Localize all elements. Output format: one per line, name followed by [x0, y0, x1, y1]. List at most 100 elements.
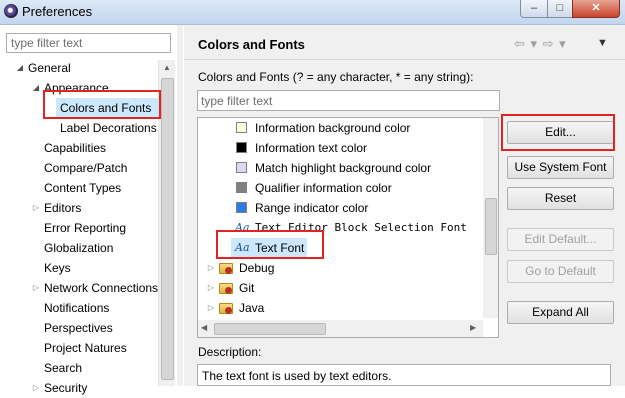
- tree-item-search[interactable]: Search: [0, 358, 158, 378]
- color-swatch-icon: [236, 202, 247, 213]
- tree-label: Capabilities: [44, 141, 107, 155]
- section-label: Colors and Fonts (? = any character, * =…: [198, 70, 474, 84]
- tree-item-colors-and-fonts[interactable]: Colors and Fonts: [56, 98, 158, 118]
- maximize-button[interactable]: □: [547, 0, 573, 18]
- tree-item-label-decorations[interactable]: Label Decorations: [0, 118, 158, 138]
- tree-label: Match highlight background color: [255, 161, 432, 175]
- collapse-arrow-icon[interactable]: ▷: [32, 198, 40, 218]
- tree-label: Text Font: [255, 241, 305, 255]
- colors-filter-input[interactable]: [197, 90, 500, 111]
- tree-label: Information background color: [255, 121, 411, 135]
- edit-button[interactable]: Edit...: [507, 121, 614, 144]
- font-icon: Aa: [235, 221, 250, 234]
- tree-item-appearance[interactable]: ◢ Appearance: [0, 78, 158, 98]
- tree-item-debug[interactable]: ▷ Debug: [198, 258, 483, 278]
- scrollbar-thumb[interactable]: [485, 198, 497, 255]
- tree-label: Notifications: [44, 301, 110, 315]
- tree-label: Search: [44, 361, 83, 375]
- title-bar: Preferences – □ ✕: [0, 0, 625, 25]
- tree-item-text-editor-block-selection-font[interactable]: Aa Text Editor Block Selection Font: [198, 218, 483, 238]
- tree-label: Editors: [44, 201, 82, 215]
- eclipse-app-icon: [4, 4, 18, 18]
- tree-label: Network Connections: [44, 281, 158, 295]
- tree-vertical-scrollbar[interactable]: [483, 118, 498, 318]
- left-filter-input[interactable]: [6, 33, 171, 53]
- left-tree-scrollbar[interactable]: ▲: [158, 60, 175, 386]
- tree-item-match-highlight-background-color[interactable]: Match highlight background color: [198, 158, 483, 178]
- tree-item-project-natures[interactable]: Project Natures: [0, 338, 158, 358]
- expand-arrow-icon[interactable]: ◢: [16, 58, 24, 78]
- tree-item-range-indicator-color[interactable]: Range indicator color: [198, 198, 483, 218]
- collapse-arrow-icon[interactable]: ▷: [32, 378, 40, 398]
- go-to-default-button[interactable]: Go to Default: [507, 260, 614, 283]
- tree-label: Appearance: [44, 81, 109, 95]
- collapse-arrow-icon[interactable]: ▷: [207, 258, 215, 278]
- minimize-button[interactable]: –: [520, 0, 548, 18]
- tree-item-perspectives[interactable]: Perspectives: [0, 318, 158, 338]
- description-box: The text font is used by text editors.: [197, 364, 611, 386]
- tree-label: Globalization: [44, 241, 114, 255]
- header-divider: [184, 59, 625, 60]
- tree-item-globalization[interactable]: Globalization: [0, 238, 158, 258]
- expand-all-button[interactable]: Expand All: [507, 301, 614, 324]
- color-swatch-icon: [236, 162, 247, 173]
- tree-item-text-font[interactable]: Aa Text Font: [231, 238, 307, 258]
- tree-item-qualifier-information-color[interactable]: Qualifier information color: [198, 178, 483, 198]
- collapse-arrow-icon[interactable]: ▷: [207, 298, 215, 318]
- scroll-right-arrow-icon[interactable]: ▶: [470, 323, 476, 332]
- folder-icon: [219, 263, 233, 274]
- tree-horizontal-scrollbar[interactable]: ◀ ▶: [198, 320, 483, 337]
- tree-label: Label Decorations: [60, 121, 157, 135]
- tree-item-content-types[interactable]: Content Types: [0, 178, 158, 198]
- collapse-arrow-icon[interactable]: ▷: [207, 278, 215, 298]
- tree-item-notifications[interactable]: Notifications: [0, 298, 158, 318]
- tree-item-general[interactable]: ◢ General: [0, 58, 158, 78]
- tree-label: Java: [239, 301, 265, 315]
- back-forward-nav-icon[interactable]: ⇦ ▾ ⇨ ▾: [514, 36, 567, 52]
- scrollbar-thumb[interactable]: [214, 323, 326, 335]
- color-swatch-icon: [236, 182, 247, 193]
- tree-label: Security: [44, 381, 88, 395]
- use-system-font-button[interactable]: Use System Font: [507, 156, 614, 179]
- tree-item-network-connections[interactable]: ▷ Network Connections: [0, 278, 158, 298]
- reset-button[interactable]: Reset: [507, 187, 614, 210]
- tree-item-information-text-color[interactable]: Information text color: [198, 138, 483, 158]
- scroll-up-arrow-icon[interactable]: ▲: [159, 60, 175, 76]
- tree-item-git[interactable]: ▷ Git: [198, 278, 483, 298]
- tree-item-security[interactable]: ▷ Security: [0, 378, 158, 398]
- folder-icon: [219, 303, 233, 314]
- panel-sash[interactable]: [177, 25, 183, 386]
- tree-label: Keys: [44, 261, 71, 275]
- tree-label: Information text color: [255, 141, 368, 155]
- tree-label: Perspectives: [44, 321, 113, 335]
- tree-label: Debug: [239, 261, 275, 275]
- tree-label: Project Natures: [44, 341, 127, 355]
- tree-label: Text Editor Block Selection Font: [255, 221, 467, 234]
- page-title: Colors and Fonts: [198, 37, 305, 52]
- color-swatch-icon: [236, 122, 247, 133]
- expand-arrow-icon[interactable]: ◢: [32, 78, 40, 98]
- font-icon: Aa: [235, 241, 250, 254]
- tree-item-capabilities[interactable]: Capabilities: [0, 138, 158, 158]
- color-swatch-icon: [236, 142, 247, 153]
- window-title: Preferences: [22, 4, 93, 19]
- tree-label: Range indicator color: [255, 201, 369, 215]
- colors-and-fonts-tree[interactable]: Information background color Information…: [197, 117, 499, 338]
- tree-item-information-background-color[interactable]: Information background color: [198, 118, 483, 138]
- tree-label: Colors and Fonts: [60, 101, 152, 115]
- tree-item-java[interactable]: ▷ Java: [198, 298, 483, 318]
- tree-label: General: [28, 61, 71, 75]
- tree-item-compare-patch[interactable]: Compare/Patch: [0, 158, 158, 178]
- view-menu-icon[interactable]: ▼: [597, 37, 608, 49]
- scroll-left-arrow-icon[interactable]: ◀: [201, 323, 207, 332]
- edit-default-button[interactable]: Edit Default...: [507, 228, 614, 251]
- close-button[interactable]: ✕: [572, 0, 620, 18]
- description-label: Description:: [198, 345, 262, 359]
- tree-item-error-reporting[interactable]: Error Reporting: [0, 218, 158, 238]
- tree-label: Qualifier information color: [255, 181, 392, 195]
- tree-item-keys[interactable]: Keys: [0, 258, 158, 278]
- tree-item-editors[interactable]: ▷ Editors: [0, 198, 158, 218]
- scrollbar-thumb[interactable]: [161, 78, 174, 380]
- collapse-arrow-icon[interactable]: ▷: [32, 278, 40, 298]
- tree-label: Git: [239, 281, 255, 295]
